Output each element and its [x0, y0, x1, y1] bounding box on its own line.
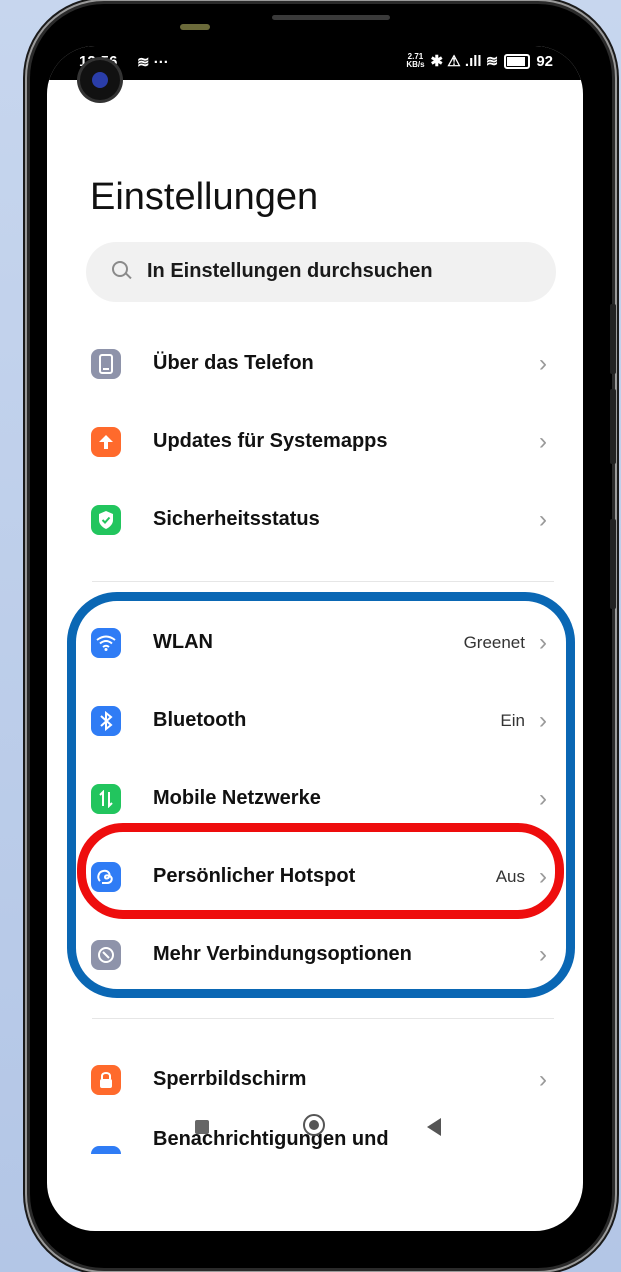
highlight-frame-connections — [67, 592, 575, 998]
recents-button[interactable] — [195, 1120, 209, 1134]
phone-icon — [91, 349, 121, 379]
search-input[interactable]: In Einstellungen durchsuchen — [86, 242, 556, 302]
settings-item-label: Updates für Systemapps — [153, 430, 388, 452]
page-title: Einstellungen — [90, 176, 319, 218]
volume-up-button — [610, 304, 616, 374]
status-left-icons: ≋ ··· — [137, 54, 169, 71]
navigation-bar — [47, 1104, 583, 1154]
divider — [92, 581, 554, 582]
volume-down-button — [610, 389, 616, 464]
chevron-right-icon: › — [539, 506, 547, 533]
search-icon — [112, 261, 128, 277]
battery-level: 92 — [536, 52, 553, 70]
settings-item-label: Über das Telefon — [153, 352, 314, 374]
power-button — [610, 519, 616, 609]
speed-unit: KB/s — [406, 60, 425, 69]
status-right: 2.71 KB/s ✱ ⚠ .ıll ≋ 92 — [406, 52, 553, 71]
settings-item-security-status[interactable]: Sicherheitsstatus › — [47, 490, 583, 550]
lock-icon — [91, 1065, 121, 1095]
sensor — [180, 24, 210, 30]
search-placeholder: In Einstellungen durchsuchen — [147, 260, 433, 282]
status-bar: 12:56 ≋ ··· 2.71 KB/s ✱ ⚠ .ıll ≋ 92 — [47, 46, 583, 80]
settings-item-label: Sperrbildschirm — [153, 1068, 307, 1090]
network-speed: 2.71 KB/s — [406, 53, 424, 69]
divider — [92, 1018, 554, 1019]
chevron-right-icon: › — [539, 428, 547, 455]
earpiece-speaker — [272, 15, 390, 20]
front-camera — [80, 60, 120, 100]
settings-item-about-phone[interactable]: Über das Telefon › — [47, 334, 583, 394]
chevron-right-icon: › — [539, 1066, 547, 1093]
home-button[interactable] — [303, 1114, 325, 1136]
settings-item-label: Sicherheitsstatus — [153, 508, 320, 530]
status-icons: ✱ ⚠ .ıll ≋ — [430, 53, 499, 70]
battery-icon — [504, 53, 531, 69]
highlight-frame-hotspot — [77, 823, 564, 919]
arrow-up-icon — [91, 427, 121, 457]
screen-surface — [47, 80, 583, 120]
settings-item-lock-screen[interactable]: Sperrbildschirm › — [47, 1050, 583, 1110]
back-button[interactable] — [427, 1118, 441, 1136]
settings-item-system-app-updates[interactable]: Updates für Systemapps › — [47, 412, 583, 472]
shield-check-icon — [91, 505, 121, 535]
chevron-right-icon: › — [539, 350, 547, 377]
